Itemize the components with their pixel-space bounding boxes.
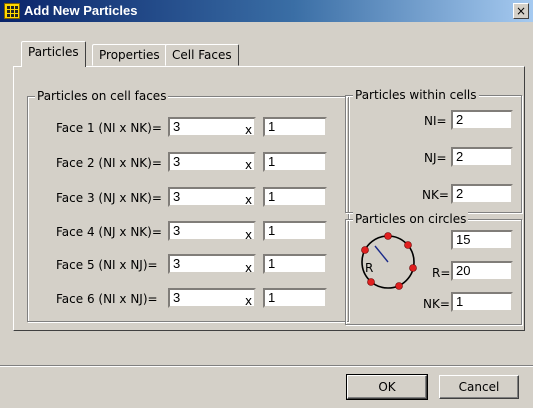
face-6-label: Face 6 (NI x NJ)=	[56, 292, 158, 306]
particle-dot	[409, 264, 417, 272]
tab-cell-faces[interactable]: Cell Faces	[165, 44, 239, 66]
face-3-second-input[interactable]: 1	[263, 187, 327, 207]
circle-r-label: R=	[432, 266, 451, 280]
face-3-first-input[interactable]: 3	[168, 187, 256, 207]
particle-dot	[404, 241, 412, 249]
face-6-first-input[interactable]: 3	[168, 288, 256, 308]
face-4-first-input[interactable]: 3	[168, 221, 256, 241]
times-separator: x	[245, 294, 253, 308]
circle-nk-input[interactable]: 1	[451, 292, 513, 312]
times-separator: x	[245, 261, 253, 275]
face-5-label: Face 5 (NI x NJ)=	[56, 258, 158, 272]
tab-label: Particles	[28, 45, 79, 59]
face-1-second-input[interactable]: 1	[263, 117, 327, 137]
face-2-first-input[interactable]: 3	[168, 152, 256, 172]
circle-r-input[interactable]: 20	[451, 261, 513, 281]
cancel-button[interactable]: Cancel	[439, 375, 519, 399]
face-5-second-input[interactable]: 1	[263, 254, 327, 274]
nk-input[interactable]: 2	[451, 184, 513, 204]
cell-faces-group-title: Particles on cell faces	[35, 89, 169, 103]
window-title: Add New Particles	[24, 3, 138, 18]
particle-dot	[384, 232, 392, 240]
face-1-first-input[interactable]: 3	[168, 117, 256, 137]
face-4-second-input[interactable]: 1	[263, 221, 327, 241]
circles-group-title: Particles on circles	[353, 212, 469, 226]
radius-label: R	[365, 261, 373, 275]
title-bar[interactable]: Add New Particles ×	[0, 0, 533, 22]
nk-label: NK=	[422, 188, 449, 202]
face-2-label: Face 2 (NI x NK)=	[56, 156, 162, 170]
grid-app-icon	[4, 3, 20, 19]
face-6-second-input[interactable]: 1	[263, 288, 327, 308]
face-4-label: Face 4 (NJ x NK)=	[56, 225, 162, 239]
close-icon: ×	[515, 4, 527, 18]
face-2-second-input[interactable]: 1	[263, 152, 327, 172]
ok-button[interactable]: OK	[346, 374, 428, 400]
face-1-label: Face 1 (NI x NK)=	[56, 121, 162, 135]
within-cells-group-title: Particles within cells	[353, 88, 479, 102]
ni-input[interactable]: 2	[451, 110, 513, 130]
nj-label: NJ=	[424, 151, 447, 165]
times-separator: x	[245, 228, 253, 242]
circle-nk-label: NK=	[423, 297, 450, 311]
circle-particles-diagram: R	[361, 232, 417, 290]
add-new-particles-dialog: Add New Particles × Particles Properties…	[0, 0, 533, 408]
close-button[interactable]: ×	[513, 3, 529, 19]
particle-dot	[395, 282, 403, 290]
ni-label: NI=	[424, 114, 447, 128]
radius-line	[374, 245, 389, 263]
times-separator: x	[245, 158, 253, 172]
tab-properties[interactable]: Properties	[92, 44, 167, 66]
nj-input[interactable]: 2	[451, 147, 513, 167]
tab-label: Properties	[99, 48, 160, 62]
particle-dot	[361, 246, 369, 254]
tab-particles[interactable]: Particles	[21, 41, 86, 67]
tab-panel-particles: Particles on cell faces Face 1 (NI x NK)…	[13, 66, 525, 331]
tab-label: Cell Faces	[172, 48, 232, 62]
footer-separator	[0, 365, 533, 367]
particle-dot	[367, 278, 375, 286]
face-3-label: Face 3 (NJ x NK)=	[56, 191, 162, 205]
circle-count-input[interactable]: 15	[451, 230, 513, 250]
times-separator: x	[245, 193, 253, 207]
face-5-first-input[interactable]: 3	[168, 254, 256, 274]
times-separator: x	[245, 123, 253, 137]
